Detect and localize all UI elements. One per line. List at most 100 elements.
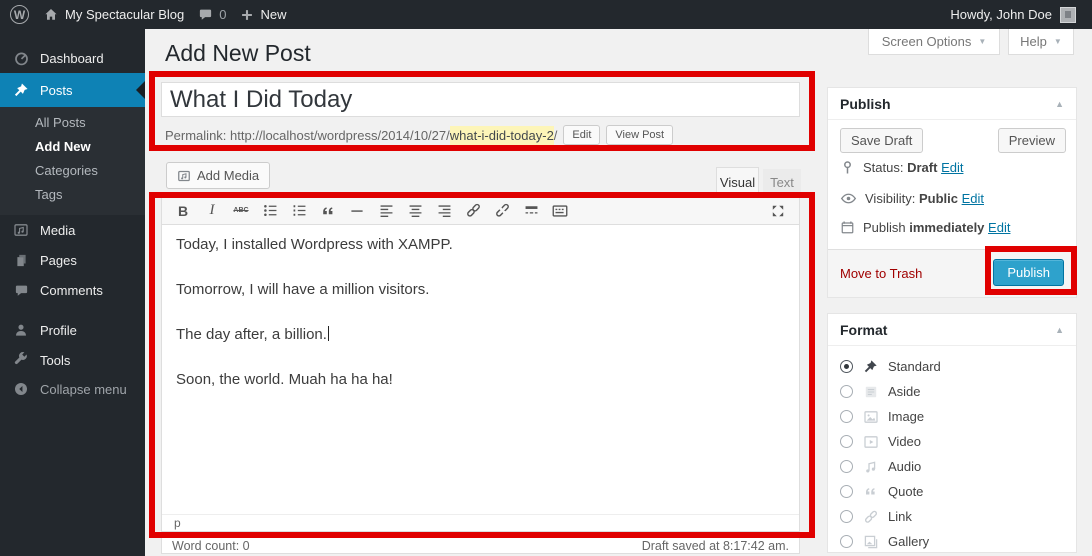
radio-button[interactable] [840, 460, 853, 473]
permalink-base-url: http://localhost/wordpress/2014/10/27/ [230, 128, 450, 143]
sidebar-item-profile[interactable]: Profile [0, 315, 145, 345]
visibility-value: Public [919, 191, 958, 206]
publish-box-header[interactable]: Publish ▲ [828, 88, 1076, 120]
strikethrough-button[interactable]: ABC [228, 199, 254, 223]
radio-button[interactable] [840, 435, 853, 448]
format-option-audio[interactable]: Audio [828, 454, 1076, 479]
permalink-slug[interactable]: what-i-did-today-2 [450, 126, 554, 145]
panel-toggle-icon[interactable]: ▲ [1055, 325, 1064, 335]
format-option-link[interactable]: Link [828, 504, 1076, 529]
preview-button[interactable]: Preview [998, 128, 1066, 153]
sidebar-item-add-new[interactable]: Add New [0, 135, 145, 159]
bold-button[interactable]: B [170, 199, 196, 223]
bulleted-list-button[interactable] [257, 199, 283, 223]
format-options-list: Standard Aside Image Video [828, 346, 1076, 554]
unlink-icon [494, 202, 511, 219]
panel-toggle-icon[interactable]: ▲ [1055, 99, 1064, 109]
edit-schedule-link[interactable]: Edit [988, 220, 1010, 235]
publish-box-title: Publish [840, 96, 891, 112]
editor-element-path[interactable]: p [162, 514, 799, 531]
distraction-free-button[interactable] [765, 199, 791, 223]
wordpress-menu[interactable]: W [10, 5, 29, 24]
status-row: Status: Draft Edit [840, 160, 963, 175]
blockquote-button[interactable] [315, 199, 341, 223]
edit-status-link[interactable]: Edit [941, 160, 963, 175]
site-name: My Spectacular Blog [65, 7, 184, 22]
numbered-list-button[interactable] [286, 199, 312, 223]
align-left-button[interactable] [373, 199, 399, 223]
sidebar-item-tags[interactable]: Tags [0, 183, 145, 207]
quote-icon [862, 484, 879, 499]
draft-saved-status: Draft saved at 8:17:42 am. [642, 539, 789, 553]
italic-button[interactable]: I [199, 199, 225, 223]
sidebar-item-pages[interactable]: Pages [0, 245, 145, 275]
view-post-button[interactable]: View Post [606, 125, 673, 145]
sidebar-item-comments[interactable]: Comments [0, 275, 145, 305]
radio-button[interactable] [840, 510, 853, 523]
edit-visibility-link[interactable]: Edit [962, 191, 984, 206]
format-box-header[interactable]: Format ▲ [828, 314, 1076, 346]
insert-link-button[interactable] [460, 199, 486, 223]
add-media-button[interactable]: Add Media [166, 162, 270, 189]
insert-more-tag-button[interactable] [518, 199, 544, 223]
screen-options-tab[interactable]: Screen Options ▼ [868, 29, 1000, 55]
publish-button[interactable]: Publish [993, 259, 1064, 286]
align-center-button[interactable] [402, 199, 428, 223]
sidebar-item-all-posts[interactable]: All Posts [0, 111, 145, 135]
sidebar-item-categories[interactable]: Categories [0, 159, 145, 183]
format-option-standard[interactable]: Standard [828, 354, 1076, 379]
format-option-label: Standard [888, 359, 941, 374]
new-content-menu[interactable]: New [240, 7, 286, 22]
format-option-image[interactable]: Image [828, 404, 1076, 429]
horizontal-rule-button[interactable] [344, 199, 370, 223]
sidebar-item-media[interactable]: Media [0, 215, 145, 245]
blockquote-icon [320, 203, 336, 219]
sidebar-item-tools[interactable]: Tools [0, 345, 145, 375]
publish-actions-footer: Move to Trash Publish [828, 249, 1076, 297]
chevron-down-icon: ▼ [978, 37, 986, 46]
tab-visual[interactable]: Visual [716, 167, 759, 196]
edit-permalink-button[interactable]: Edit [563, 125, 600, 145]
radio-button[interactable] [840, 360, 853, 373]
site-link[interactable]: My Spectacular Blog [43, 7, 184, 23]
align-right-button[interactable] [431, 199, 457, 223]
comments-shortcut[interactable]: 0 [198, 7, 226, 22]
radio-button[interactable] [840, 535, 853, 548]
save-draft-button[interactable]: Save Draft [840, 128, 923, 153]
screen-options-label: Screen Options [882, 34, 972, 49]
post-status-icon [840, 160, 855, 175]
editor-content-area[interactable]: Today, I installed Wordpress with XAMPP.… [162, 225, 799, 425]
help-tab[interactable]: Help ▼ [1008, 29, 1074, 55]
radio-button[interactable] [840, 385, 853, 398]
editor-paragraph: Tomorrow, I will have a million visitors… [176, 280, 785, 300]
format-option-quote[interactable]: Quote [828, 479, 1076, 504]
remove-link-button[interactable] [489, 199, 515, 223]
format-option-label: Audio [888, 459, 921, 474]
toolbar-toggle-button[interactable] [547, 199, 573, 223]
permalink-row: Permalink: http://localhost/wordpress/20… [165, 123, 673, 147]
tab-text[interactable]: Text [763, 169, 801, 196]
radio-button[interactable] [840, 410, 853, 423]
add-media-icon [177, 169, 191, 183]
collapse-menu-button[interactable]: Collapse menu [0, 375, 145, 403]
status-value: Draft [907, 160, 937, 175]
sidebar-item-posts[interactable]: Posts [0, 73, 145, 107]
format-option-label: Quote [888, 484, 923, 499]
format-option-video[interactable]: Video [828, 429, 1076, 454]
user-icon [12, 322, 30, 338]
visibility-row: Visibility: Public Edit [840, 190, 984, 207]
radio-button[interactable] [840, 485, 853, 498]
bulleted-list-icon [262, 202, 279, 219]
collapse-arrow-icon [12, 381, 30, 397]
howdy-user[interactable]: Howdy, John Doe [950, 7, 1052, 22]
avatar[interactable] [1060, 7, 1076, 23]
format-option-gallery[interactable]: Gallery [828, 529, 1076, 554]
sidebar-item-dashboard[interactable]: Dashboard [0, 43, 145, 73]
format-option-label: Link [888, 509, 912, 524]
plus-icon [240, 8, 254, 22]
aside-icon [862, 384, 879, 400]
move-to-trash-link[interactable]: Move to Trash [840, 266, 922, 281]
post-title-input[interactable] [161, 82, 800, 117]
format-option-aside[interactable]: Aside [828, 379, 1076, 404]
help-label: Help [1020, 34, 1047, 49]
